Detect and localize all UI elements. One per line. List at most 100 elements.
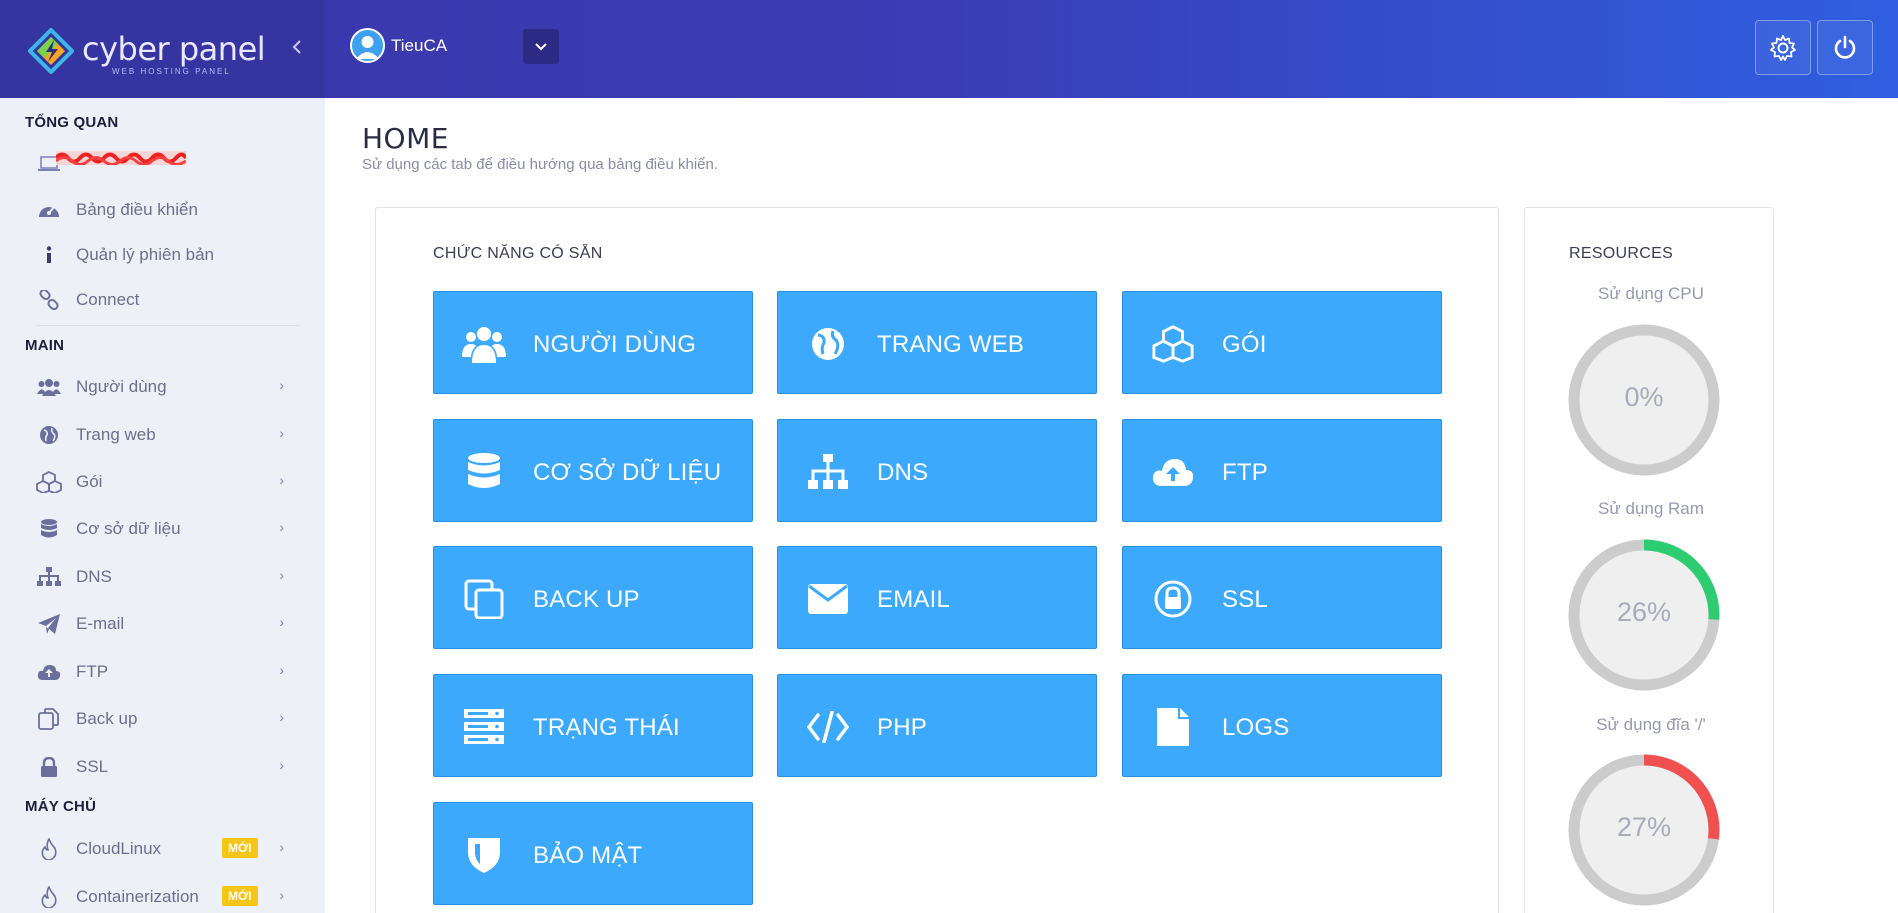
tile-label: CƠ SỞ DỮ LIỆU <box>533 459 722 486</box>
cubes-icon <box>1151 324 1195 364</box>
tile-backup[interactable]: BACK UP <box>433 546 753 649</box>
tile-label: FTP <box>1222 459 1268 486</box>
sidebar: TỔNG QUAN Bảng điều khiển Quản lý phiên … <box>0 98 325 913</box>
tile-ftp[interactable]: FTP <box>1122 419 1442 522</box>
redacted-hostname <box>56 151 186 165</box>
chevron-right-icon: › <box>279 662 284 678</box>
sidebar-item-label: Back up <box>76 709 138 728</box>
sidebar-item-databases[interactable]: Cơ sở dữ liệu › <box>36 509 296 549</box>
chevron-left-icon <box>292 40 301 54</box>
sidebar-item-label: Connect <box>76 290 140 309</box>
sidebar-divider <box>36 325 300 326</box>
gear-icon <box>1770 34 1796 61</box>
tile-label: GÓI <box>1222 331 1267 358</box>
chevron-down-icon <box>535 42 547 50</box>
sidebar-item-packages[interactable]: Gói › <box>36 462 296 502</box>
sidebar-item-label: Containerization <box>76 887 199 906</box>
tile-websites[interactable]: TRANG WEB <box>777 291 1097 394</box>
features-title: CHỨC NĂNG CÓ SẴN <box>433 245 603 262</box>
sidebar-item-containerization[interactable]: Containerization MỚI › <box>36 877 296 913</box>
user-icon <box>356 36 379 59</box>
sidebar-item-email[interactable]: E-mail › <box>36 604 296 644</box>
sidebar-item-label: DNS <box>76 567 112 586</box>
tile-dns[interactable]: DNS <box>777 419 1097 522</box>
lock-icon <box>36 756 62 778</box>
disk-usage-label: Sử dụng đĩa '/' <box>1596 715 1706 734</box>
tile-label: TRANG WEB <box>877 331 1025 358</box>
fire-icon <box>36 838 62 860</box>
logout-button[interactable] <box>1817 20 1873 75</box>
user-avatar[interactable] <box>350 28 385 63</box>
sidebar-item-label: FTP <box>76 662 109 681</box>
sidebar-item-ftp[interactable]: FTP › <box>36 652 296 692</box>
tile-email[interactable]: EMAIL <box>777 546 1097 649</box>
sidebar-item-dns[interactable]: DNS › <box>36 557 296 597</box>
chevron-right-icon: › <box>279 472 284 488</box>
resources-panel: RESOURCES Sử dụng CPU 0% Sử dụng Ram 26%… <box>1524 207 1774 913</box>
new-badge: MỚI <box>222 886 258 906</box>
info-icon <box>36 244 62 266</box>
tile-security[interactable]: BẢO MẬT <box>433 802 753 905</box>
database-icon <box>462 452 506 492</box>
sidebar-item-label: Trang web <box>76 425 156 444</box>
tile-logs[interactable]: LOGS <box>1122 674 1442 777</box>
sidebar-item-connect[interactable]: Connect <box>36 280 296 320</box>
copy-icon <box>36 708 62 730</box>
tile-label: EMAIL <box>877 586 951 613</box>
sidebar-item-ssl[interactable]: SSL › <box>36 747 296 787</box>
sidebar-item-label: Gói <box>76 472 103 491</box>
sidebar-item-websites[interactable]: Trang web › <box>36 415 296 455</box>
sidebar-collapse-button[interactable] <box>288 36 306 62</box>
file-icon <box>1151 707 1195 747</box>
cyberpanel-logo-icon <box>28 28 74 74</box>
tile-users[interactable]: NGƯỜI DÙNG <box>433 291 753 394</box>
code-icon <box>806 707 850 747</box>
disk-usage-value: 27% <box>1616 812 1672 842</box>
tile-ssl[interactable]: SSL <box>1122 546 1442 649</box>
tile-packages[interactable]: GÓI <box>1122 291 1442 394</box>
chevron-right-icon: › <box>279 425 284 441</box>
section-heading-main: MAIN <box>25 337 65 354</box>
top-header: cyber panel WEB HOSTING PANEL TieuCA <box>0 0 1898 98</box>
section-heading-overview: TỔNG QUAN <box>25 114 119 131</box>
sidebar-item-label: Người dùng <box>76 377 167 396</box>
sidebar-item-backup[interactable]: Back up › <box>36 699 296 739</box>
cpu-usage-label: Sử dụng CPU <box>1598 284 1704 303</box>
database-icon <box>36 518 62 540</box>
lock-icon <box>1151 579 1195 619</box>
sidebar-item-dashboard[interactable]: Bảng điều khiển <box>36 190 296 230</box>
page-subtitle: Sử dụng các tab để điều hướng qua bảng đ… <box>362 156 719 173</box>
cloud-upload-icon <box>36 661 62 683</box>
tile-label: NGƯỜI DÙNG <box>533 331 697 358</box>
tile-label: TRẠNG THÁI <box>533 714 680 741</box>
sidebar-item-version[interactable]: Quản lý phiên bản <box>36 235 296 275</box>
tile-label: BACK UP <box>533 586 640 613</box>
sitemap-icon <box>806 452 850 492</box>
server-icon <box>462 707 506 747</box>
user-dropdown-button[interactable] <box>523 29 559 64</box>
tile-label: DNS <box>877 459 929 486</box>
cpu-usage-value: 0% <box>1624 382 1664 412</box>
chevron-right-icon: › <box>279 757 284 773</box>
tile-label: LOGS <box>1222 714 1290 741</box>
users-icon <box>462 324 506 364</box>
tile-label: SSL <box>1222 586 1268 613</box>
sidebar-item-label: CloudLinux <box>76 839 162 858</box>
settings-button[interactable] <box>1755 20 1811 75</box>
username-label[interactable]: TieuCA <box>391 36 447 56</box>
sidebar-item-label: Quản lý phiên bản <box>76 245 214 264</box>
sidebar-item-users[interactable]: Người dùng › <box>36 367 296 407</box>
chevron-right-icon: › <box>279 839 284 855</box>
dashboard-icon <box>36 199 62 221</box>
globe-icon <box>36 424 62 446</box>
envelope-icon <box>806 579 850 619</box>
tile-databases[interactable]: CƠ SỞ DỮ LIỆU <box>433 419 753 522</box>
chevron-right-icon: › <box>279 519 284 535</box>
sidebar-item-cloudlinux[interactable]: CloudLinux MỚI › <box>36 829 296 869</box>
features-panel: CHỨC NĂNG CÓ SẴN NGƯỜI DÙNG TRANG WEB GÓ… <box>375 207 1499 913</box>
logo-area: cyber panel WEB HOSTING PANEL <box>0 0 325 98</box>
ram-usage-label: Sử dụng Ram <box>1598 499 1704 518</box>
tile-status[interactable]: TRẠNG THÁI <box>433 674 753 777</box>
section-heading-server: MÁY CHỦ <box>25 798 97 815</box>
tile-php[interactable]: PHP <box>777 674 1097 777</box>
